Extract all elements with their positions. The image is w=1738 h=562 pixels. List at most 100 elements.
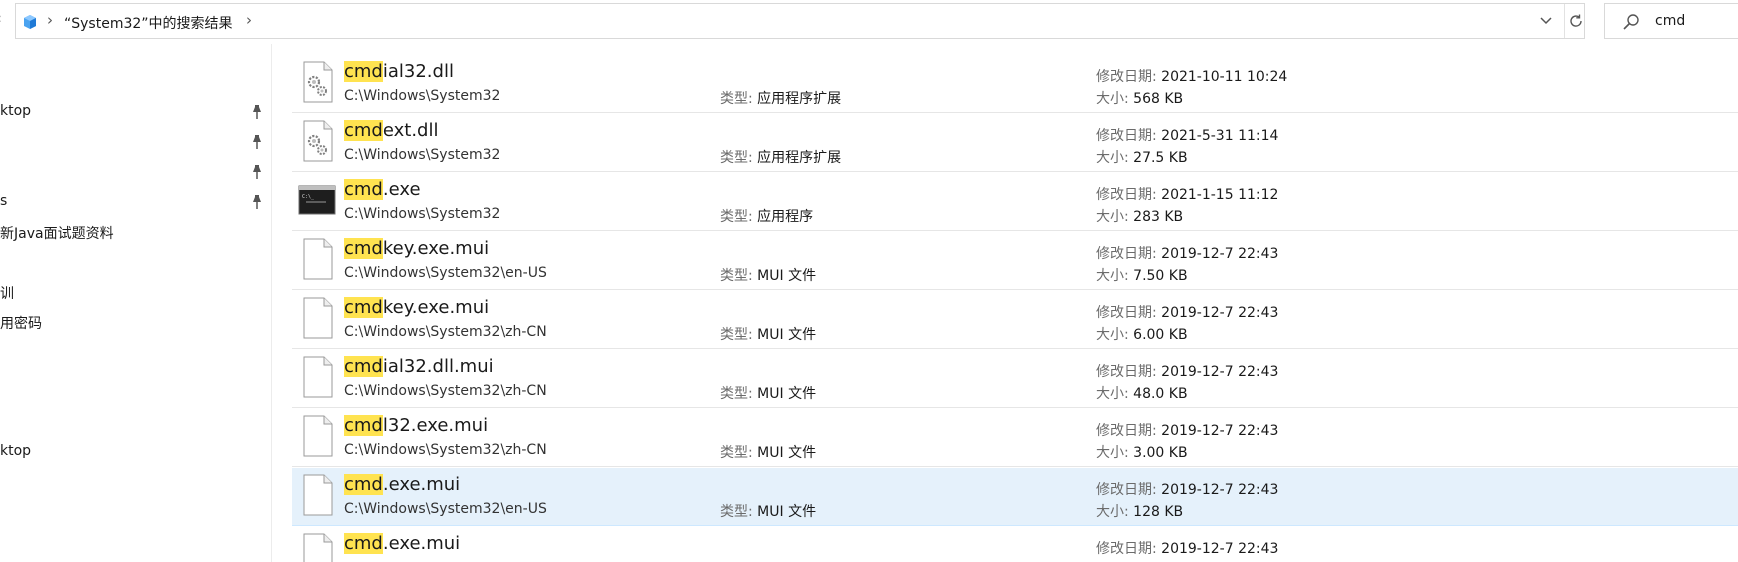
type-label: 类型: [720,386,758,402]
type-label: 类型: [720,91,758,107]
chevron-right-icon[interactable]: › [47,11,53,29]
modified-value: 2019-12-7 22:43 [1161,482,1279,498]
result-row[interactable]: cmdkey.exe.mui C:\Windows\System32\zh-CN… [292,291,1738,349]
modified-value: 2021-1-15 11:12 [1161,187,1279,203]
blank-file-icon [303,356,333,398]
nav-item[interactable]: s [0,190,272,214]
pin-icon[interactable] [250,134,264,150]
modified-date: 修改日期: 2019-12-7 22:43 [1096,243,1278,263]
address-bar[interactable]: › “System32”中的搜索结果 › [15,3,1585,39]
file-name[interactable]: cmdkey.exe.mui [344,238,489,259]
modified-date: 修改日期: 2021-1-15 11:12 [1096,184,1278,204]
file-size: 大小: 128 KB [1096,501,1183,521]
result-row[interactable]: cmdial32.dll.mui C:\Windows\System32\zh-… [292,350,1738,408]
file-type: 类型: 应用程序扩展 [720,147,841,167]
modified-label: 修改日期: [1096,423,1162,439]
result-row-selected[interactable]: cmd.exe.mui C:\Windows\System32\en-US 类型… [292,468,1738,526]
nav-item[interactable]: ktop [0,100,272,124]
result-row[interactable]: cmdkey.exe.mui C:\Windows\System32\en-US… [292,232,1738,290]
breadcrumb[interactable]: “System32”中的搜索结果 [64,13,233,33]
type-label: 类型: [720,504,758,520]
nav-item[interactable] [0,250,272,274]
result-row[interactable]: cmd.exe.mui 修改日期: 2019-12-7 22:43 [292,527,1738,562]
type-label: 类型: [720,268,758,284]
file-size: 大小: 3.00 KB [1096,442,1188,462]
file-name-rest: key.exe.mui [382,238,490,259]
nav-item-label: s [0,193,8,209]
blank-file-icon [303,474,333,516]
search-box[interactable]: cmd [1604,3,1738,39]
file-name[interactable]: cmdial32.dll [344,61,454,82]
modified-date: 修改日期: 2019-12-7 22:43 [1096,538,1278,558]
chevron-right-icon[interactable]: › [246,11,252,29]
type-value: MUI 文件 [757,268,817,284]
search-match-highlight: cmd [344,474,383,495]
modified-value: 2019-12-7 22:43 [1161,305,1279,321]
modified-label: 修改日期: [1096,187,1162,203]
search-location-icon [24,15,36,29]
search-icon [1623,14,1639,30]
file-name[interactable]: cmdext.dll [344,120,438,141]
modified-date: 修改日期: 2019-12-7 22:43 [1096,302,1278,322]
result-row[interactable]: C:\_ cmd.exe C:\Windows\System32 类型: 应用程… [292,173,1738,231]
file-name-rest: ial32.dll [382,61,454,82]
type-value: MUI 文件 [757,504,817,520]
result-row[interactable]: cmdext.dll C:\Windows\System32 类型: 应用程序扩… [292,114,1738,172]
size-label: 大小: [1096,445,1134,461]
nav-item[interactable] [0,130,272,154]
file-name-rest: .exe.mui [382,533,461,554]
type-label: 类型: [720,150,758,166]
console-app-icon: C:\_ [298,185,336,215]
size-value: 3.00 KB [1133,445,1188,461]
file-name-rest: key.exe.mui [382,297,490,318]
file-name[interactable]: cmd.exe.mui [344,533,460,554]
nav-item[interactable] [0,160,272,184]
file-name[interactable]: cmd.exe [344,179,421,200]
type-value: 应用程序扩展 [757,150,842,166]
pin-icon[interactable] [250,194,264,210]
nav-item[interactable]: 用密码 [0,310,272,334]
modified-value: 2019-12-7 22:43 [1161,423,1279,439]
size-value: 6.00 KB [1133,327,1188,343]
chevron-left-icon[interactable]: ‹ [0,11,2,27]
file-name[interactable]: cmd.exe.mui [344,474,460,495]
modified-label: 修改日期: [1096,541,1162,557]
nav-item-label: 用密码 [0,316,42,332]
modified-value: 2019-12-7 22:43 [1161,364,1279,380]
address-history-dropdown[interactable] [1527,4,1565,38]
nav-item[interactable]: ktop [0,440,272,464]
address-toolbar: ‹ › “System32”中的搜索结果 › cmd [0,0,1738,44]
size-label: 大小: [1096,268,1134,284]
search-match-highlight: cmd [344,120,383,141]
size-label: 大小: [1096,504,1134,520]
search-match-highlight: cmd [344,415,383,436]
pin-icon[interactable] [250,164,264,180]
file-name[interactable]: cmdkey.exe.mui [344,297,489,318]
type-value: 应用程序扩展 [757,91,842,107]
file-type: 类型: MUI 文件 [720,501,816,521]
modified-date: 修改日期: 2021-10-11 10:24 [1096,66,1287,86]
search-match-highlight: cmd [344,297,383,318]
result-row[interactable]: cmdial32.dll C:\Windows\System32 类型: 应用程… [292,55,1738,113]
size-value: 7.50 KB [1133,268,1188,284]
refresh-button[interactable] [1566,4,1586,38]
file-name-rest: .exe [382,179,421,200]
size-label: 大小: [1096,91,1134,107]
search-match-highlight: cmd [344,61,383,82]
result-row[interactable]: cmdl32.exe.mui C:\Windows\System32\zh-CN… [292,409,1738,467]
search-input[interactable]: cmd [1655,13,1685,29]
modified-label: 修改日期: [1096,305,1162,321]
file-type: 类型: 应用程序扩展 [720,88,841,108]
pin-icon[interactable] [250,104,264,120]
search-match-highlight: cmd [344,356,383,377]
modified-value: 2021-10-11 10:24 [1161,69,1288,85]
nav-item[interactable]: 新Java面试题资料 [0,220,272,244]
blank-file-icon [303,297,333,339]
file-path: C:\Windows\System32\en-US [344,265,547,281]
nav-item[interactable]: 训 [0,280,272,304]
file-name[interactable]: cmdial32.dll.mui [344,356,494,377]
type-value: MUI 文件 [757,327,817,343]
file-name[interactable]: cmdl32.exe.mui [344,415,488,436]
blank-file-icon [303,238,333,280]
search-match-highlight: cmd [344,533,383,554]
